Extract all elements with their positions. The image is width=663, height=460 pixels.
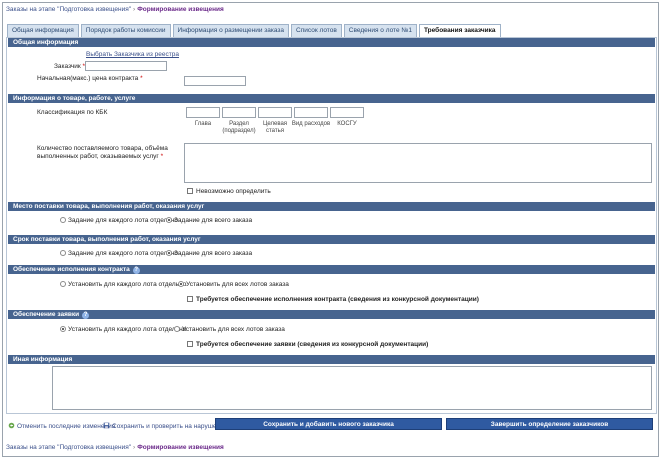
customer-input[interactable] [85, 61, 167, 71]
breadcrumb-parent-link[interactable]: Заказы на этапе "Подготовка извещения" [6, 6, 131, 13]
quantity-textarea[interactable] [184, 143, 652, 183]
breadcrumb-bottom: Заказы на этапе "Подготовка извещения" › Ф… [6, 444, 224, 451]
select-customer-link[interactable]: Выбрать Заказчика из реестра [86, 51, 179, 58]
kbk-col-kosgu: КОСГУ [337, 121, 357, 127]
kbk-target-input[interactable] [258, 107, 292, 118]
breadcrumb-separator: › [133, 6, 136, 13]
bid-security-title: Обеспечение заявки [13, 311, 80, 318]
section-term-header: Срок поставки товара, выполнения работ, … [8, 235, 655, 244]
contract-each-lot-radio[interactable] [60, 281, 66, 287]
quantity-label-text: Количество поставляемого товара, объёма … [37, 145, 168, 160]
kbk-label: Классификация по КБК [37, 109, 108, 116]
breadcrumb-parent-link[interactable]: Заказы на этапе "Подготовка извещения" [6, 444, 131, 451]
undo-label: Отменить последние изменения [17, 423, 116, 430]
section-goods-header: Информация о товаре, работе, услуге [8, 94, 655, 103]
term-each-lot-radio[interactable] [60, 250, 66, 256]
place-whole-label: Задание для всего заказа [174, 217, 253, 224]
tab-bar: Общая информация Порядок работы комиссии… [7, 24, 503, 38]
help-icon[interactable]: ? [82, 312, 90, 319]
bid-all-label: Установить для всех лотов заказа [182, 326, 285, 333]
bid-all-radio[interactable] [174, 326, 180, 332]
cannot-define-label: Невозможно определить [196, 188, 271, 195]
undo-link[interactable]: Отменить последние изменения [8, 422, 115, 430]
contract-required-checkbox[interactable] [187, 296, 193, 302]
bid-each-lot-radio[interactable] [60, 326, 66, 332]
price-label: Начальная(макс.) цена контракта * [37, 75, 143, 82]
tab-commission[interactable]: Порядок работы комиссии [80, 24, 171, 37]
help-icon[interactable]: ? [132, 267, 140, 274]
tab-lot-1[interactable]: Сведения о лоте №1 [343, 24, 417, 37]
kbk-col-section: Раздел (подраздел) [222, 121, 256, 134]
price-label-text: Начальная(макс.) цена контракта [37, 75, 139, 82]
contract-all-label: Установить для всех лотов заказа [186, 281, 289, 288]
quantity-label: Количество поставляемого товара, объёма … [37, 145, 177, 161]
term-whole-label: Задание для всего заказа [174, 250, 253, 257]
section-general-header: Общая информация [8, 38, 655, 47]
cannot-define-checkbox[interactable] [187, 188, 193, 194]
price-input[interactable] [184, 76, 246, 86]
kbk-col-target: Целевая статья [262, 121, 288, 134]
save-add-customer-button[interactable]: Сохранить и добавить нового заказчика [215, 418, 442, 430]
bid-required-checkbox[interactable] [187, 341, 193, 347]
required-mark: * [140, 75, 143, 82]
kbk-col-expense: Вид расходов [291, 121, 331, 127]
kbk-section-input[interactable] [222, 107, 256, 118]
contract-each-lot-label: Установить для каждого лота отдельно [68, 281, 187, 288]
breadcrumb-top: Заказы на этапе "Подготовка извещения" › Ф… [6, 6, 224, 13]
contract-all-radio[interactable] [178, 281, 184, 287]
kbk-expense-input[interactable] [294, 107, 328, 118]
tab-general[interactable]: Общая информация [7, 24, 79, 37]
contract-security-title: Обеспечение исполнения контракта [13, 266, 130, 273]
kbk-col-chapter: Глава [194, 121, 212, 127]
undo-icon [8, 422, 15, 429]
kbk-kosgu-input[interactable] [330, 107, 364, 118]
required-mark: * [160, 153, 164, 160]
tab-placement[interactable]: Информация о размещении заказа [172, 24, 290, 37]
place-each-lot-radio[interactable] [60, 217, 66, 223]
term-whole-radio[interactable] [166, 250, 172, 256]
section-contract-security-header: Обеспечение исполнения контракта? [8, 265, 655, 274]
bid-required-label: Требуется обеспечение заявки (сведения и… [196, 341, 429, 348]
bid-each-lot-label: Установить для каждого лота отдельно [68, 326, 187, 333]
breadcrumb-separator: › [133, 444, 136, 451]
section-place-header: Место поставки товара, выполнения работ,… [8, 202, 655, 211]
save-check-link[interactable]: Сохранить и проверить на нарушения [103, 422, 227, 430]
section-other-header: Иная информация [8, 355, 655, 364]
other-info-textarea[interactable] [52, 366, 652, 410]
contract-required-label: Требуется обеспечение исполнения контрак… [196, 296, 479, 303]
customer-label-text: Заказчик [54, 63, 81, 70]
breadcrumb-current: Формирование извещения [137, 444, 224, 451]
save-check-label: Сохранить и проверить на нарушения [112, 423, 228, 430]
tab-lots[interactable]: Список лотов [291, 24, 342, 37]
breadcrumb-current: Формирование извещения [137, 6, 224, 13]
section-bid-security-header: Обеспечение заявки? [8, 310, 655, 319]
tab-customer-requirements[interactable]: Требования заказчика [418, 24, 501, 38]
customer-label: Заказчик * [54, 63, 85, 70]
finish-customers-button[interactable]: Завершить определение заказчиков [446, 418, 653, 430]
floppy-disk-icon [103, 422, 110, 429]
place-each-lot-label: Задание для каждого лота отдельно [68, 217, 178, 224]
term-each-lot-label: Задание для каждого лота отдельно [68, 250, 178, 257]
kbk-chapter-input[interactable] [186, 107, 220, 118]
place-whole-radio[interactable] [166, 217, 172, 223]
